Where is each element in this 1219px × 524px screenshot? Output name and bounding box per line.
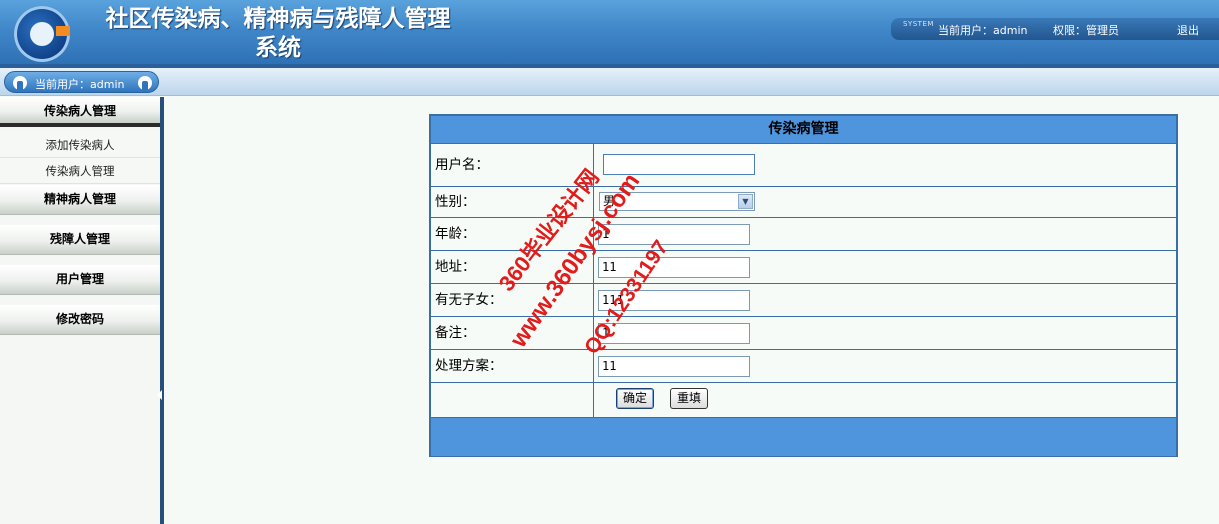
sidebar-section-users[interactable]: 用户管理: [0, 265, 160, 295]
plan-label: 处理方案：: [431, 350, 593, 382]
form-title: 传染病管理: [431, 116, 1176, 143]
app-title: 社区传染病、精神病与残障人管理 系统: [78, 4, 478, 62]
header-user-strip: SYSTEM 当前用户：admin 权限：管理员 退出: [891, 18, 1219, 40]
user-left-icon: [13, 76, 27, 90]
chevron-down-icon[interactable]: ▼: [738, 194, 753, 209]
system-mark: SYSTEM: [903, 20, 934, 28]
username-cell: [594, 144, 1176, 186]
top-bar: 当前用户：admin: [0, 68, 1219, 96]
app-title-line1: 社区传染病、精神病与残障人管理: [105, 5, 451, 32]
app-logo: [10, 4, 74, 64]
sidebar-item-add-patient[interactable]: 添加传染病人: [0, 132, 160, 158]
sidebar-section-infectious[interactable]: 传染病人管理: [0, 97, 160, 127]
reset-button[interactable]: 重填: [670, 388, 708, 409]
sidebar: 传染病人管理 添加传染病人 传染病人管理 精神病人管理 残障人管理 用户管理 修…: [0, 97, 161, 524]
app-title-line2: 系统: [255, 34, 301, 61]
logout-link[interactable]: 退出: [1177, 22, 1199, 38]
current-user-pill: 当前用户：admin: [4, 71, 159, 93]
age-cell: 1: [594, 218, 1176, 250]
sidebar-item-manage-patient[interactable]: 传染病人管理: [0, 158, 160, 184]
sidebar-section-disabled[interactable]: 残障人管理: [0, 225, 160, 255]
buttons-cell: 确定 重填: [594, 383, 1176, 417]
sidebar-divider: [160, 97, 164, 524]
address-input[interactable]: 11: [598, 257, 750, 278]
plan-input[interactable]: 11: [598, 356, 750, 377]
form-footer: [431, 418, 1176, 456]
children-cell: 111: [594, 284, 1176, 316]
age-input[interactable]: 1: [598, 224, 750, 245]
sidebar-collapse-icon[interactable]: [157, 390, 162, 400]
header-current-user: 当前用户：admin: [938, 24, 1028, 37]
app-header: 社区传染病、精神病与残障人管理 系统 SYSTEM 当前用户：admin 权限：…: [0, 0, 1219, 68]
plan-cell: 11: [594, 350, 1176, 382]
confirm-button[interactable]: 确定: [616, 388, 654, 409]
sidebar-section-mental[interactable]: 精神病人管理: [0, 185, 160, 215]
buttons-label-cell: [431, 383, 593, 417]
address-cell: 11: [594, 251, 1176, 283]
remark-cell: 1: [594, 317, 1176, 349]
gender-cell: 男 ▼: [594, 187, 1176, 217]
header-permission: 权限：管理员: [1053, 24, 1119, 37]
top-bar-current-user: 当前用户：admin: [35, 78, 125, 91]
user-right-icon: [138, 76, 152, 90]
sidebar-section-password[interactable]: 修改密码: [0, 305, 160, 335]
